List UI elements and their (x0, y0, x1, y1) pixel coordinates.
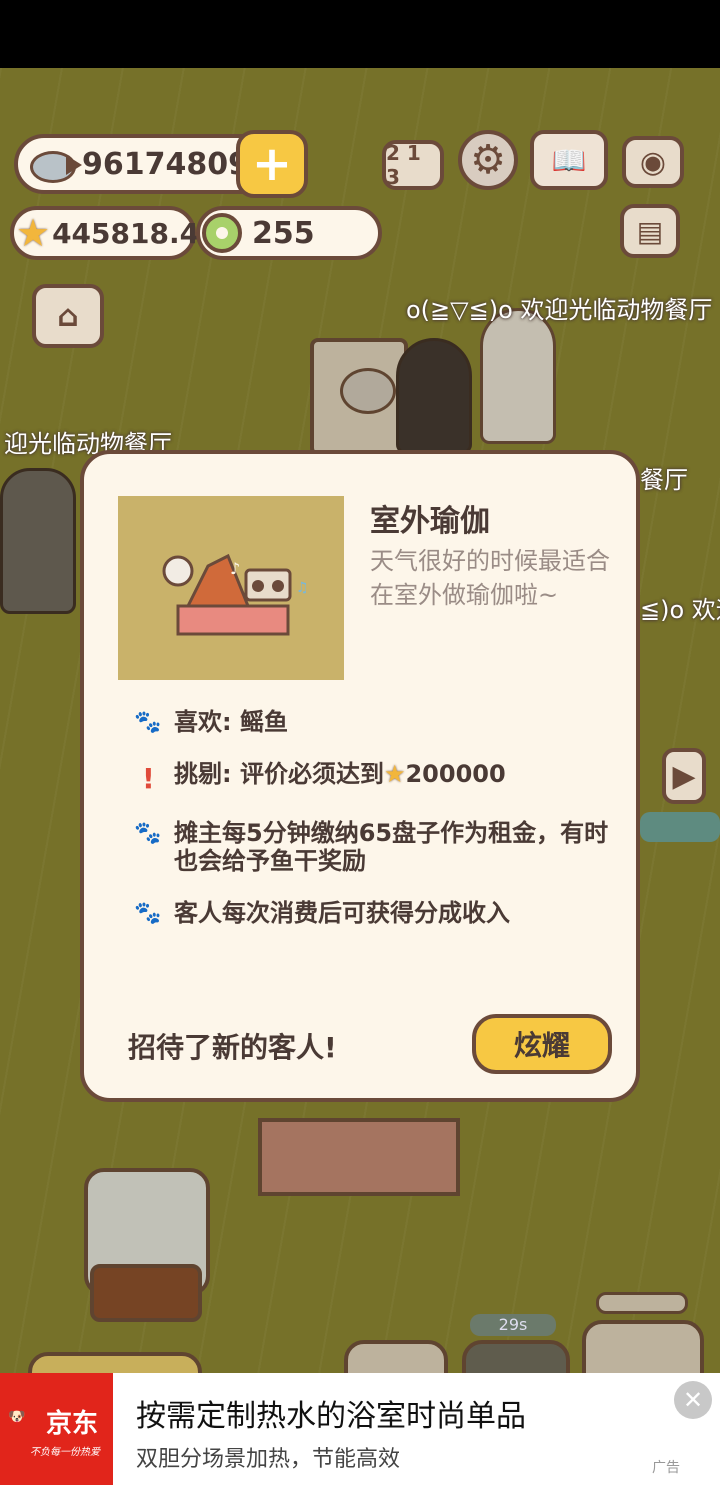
share-button[interactable]: 炫耀 (472, 1014, 612, 1074)
paw-icon: 🐾 (134, 710, 162, 735)
picky-prefix: 挑剔: 评价必须达到 (174, 760, 384, 788)
rent-text: 摊主每5分钟缴纳65盘子作为租金，有时也会给予鱼干奖励 (174, 819, 609, 875)
coin-icon (202, 213, 242, 253)
fish-icon (24, 145, 82, 183)
picky-text: 挑剔: 评价必须达到★200000 (174, 760, 506, 788)
ad-tag: 广告 (652, 1460, 680, 1476)
svg-text:♪: ♪ (230, 559, 240, 578)
welcome-banner-3: 餐厅 (640, 466, 688, 494)
settings-gear-icon[interactable]: ⚙ (458, 130, 518, 190)
camera-icon[interactable]: ◉ (622, 136, 684, 188)
leaderboard-icon[interactable]: 2 1 3 (382, 140, 444, 190)
next-arrow-icon[interactable]: ▶ (662, 748, 706, 804)
jd-logo: 京东 🐶 不负每一份热爱 (0, 1373, 113, 1485)
likes-row: 🐾 喜欢: 鳐鱼 (134, 708, 614, 736)
coin-currency: 255 (196, 206, 382, 260)
revenue-text: 客人每次消费后可获得分成收入 (174, 899, 510, 927)
likes-text: 喜欢: 鳐鱼 (174, 708, 288, 736)
profile-card-icon[interactable]: ▤ (620, 204, 680, 258)
picky-value: 200000 (405, 760, 506, 788)
ad-slogan: 不负每一份热爱 (30, 1447, 100, 1458)
recipe-book-icon[interactable]: 📖 (530, 130, 608, 190)
rent-row: 🐾 摊主每5分钟缴纳65盘子作为租金，有时也会给予鱼干奖励 (134, 819, 614, 875)
exclamation-icon: ! (142, 762, 155, 795)
svg-text:♫: ♫ (296, 580, 309, 596)
fish-count: 96174809 (82, 146, 249, 182)
facility-info-modal: ♪ ♫ 室外瑜伽 天气很好的时候最适合在室外做瑜伽啦~ 🐾 喜欢: 鳐鱼 ! 挑… (80, 450, 640, 1102)
paw-icon: 🐾 (134, 901, 162, 926)
yoga-illustration: ♪ ♫ (118, 496, 344, 680)
ad-title[interactable]: 按需定制热水的浴室时尚单品 (136, 1391, 526, 1435)
star-icon: ★ (383, 760, 406, 788)
rating-display: ★ 445818.4 (10, 206, 200, 260)
add-fish-button[interactable]: + (236, 130, 308, 198)
star-icon: ★ (16, 211, 51, 255)
ad-subtitle[interactable]: 双胆分场景加热，节能高效 (136, 1441, 400, 1473)
welcome-banner-4: ≦)o 欢迎 (640, 596, 720, 624)
welcome-banner-1: o(≧▽≦)o 欢迎光临动物餐厅 (406, 296, 713, 324)
ad-brand: 京东 (46, 1409, 99, 1439)
paw-icon: 🐾 (134, 821, 162, 846)
ad-banner[interactable]: 京东 🐶 不负每一份热爱 按需定制热水的浴室时尚单品 双胆分场景加热，节能高效 … (0, 1373, 720, 1485)
close-icon[interactable]: ✕ (674, 1381, 712, 1419)
facility-details: 🐾 喜欢: 鳐鱼 ! 挑剔: 评价必须达到★200000 🐾 摊主每5分钟缴纳6… (134, 708, 614, 951)
facility-description: 天气很好的时候最适合在室外做瑜伽啦~ (370, 547, 610, 609)
rating-value: 445818.4 (52, 216, 200, 250)
dog-mascot-icon: 🐶 (8, 1409, 26, 1425)
status-bar (0, 0, 720, 68)
picky-row: ! 挑剔: 评价必须达到★200000 (134, 760, 614, 795)
served-message: 招待了新的客人! (128, 1031, 337, 1064)
revenue-row: 🐾 客人每次消费后可获得分成收入 (134, 899, 614, 927)
cooldown-timer: 29s (470, 1314, 556, 1336)
coin-count: 255 (252, 215, 315, 251)
facility-title: 室外瑜伽 (370, 504, 490, 539)
shop-icon[interactable]: ⌂ (32, 284, 104, 348)
